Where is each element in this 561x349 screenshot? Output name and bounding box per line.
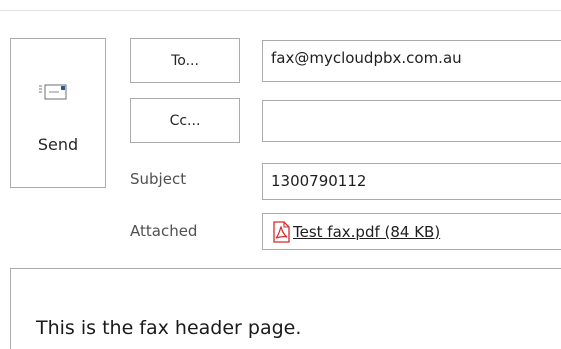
cc-field[interactable] (262, 100, 561, 142)
ribbon-divider (0, 10, 561, 11)
to-field[interactable]: fax@mycloudpbx.com.au (262, 40, 561, 82)
send-envelope-icon (39, 84, 67, 100)
attachment-link[interactable]: Test fax.pdf (84 KB) (293, 223, 440, 241)
send-button[interactable]: Send (10, 38, 106, 188)
attached-label: Attached (130, 222, 198, 240)
to-button[interactable]: To... (130, 38, 240, 83)
body-text: This is the fax header page. (36, 317, 302, 339)
cc-button[interactable]: Cc... (130, 98, 240, 143)
message-body[interactable]: This is the fax header page. (10, 268, 561, 349)
subject-field[interactable]: 1300790112 (262, 163, 561, 200)
pdf-file-icon (273, 220, 290, 243)
send-label: Send (37, 135, 79, 154)
subject-label: Subject (130, 170, 187, 188)
attached-field: Test fax.pdf (84 KB) (262, 213, 561, 250)
